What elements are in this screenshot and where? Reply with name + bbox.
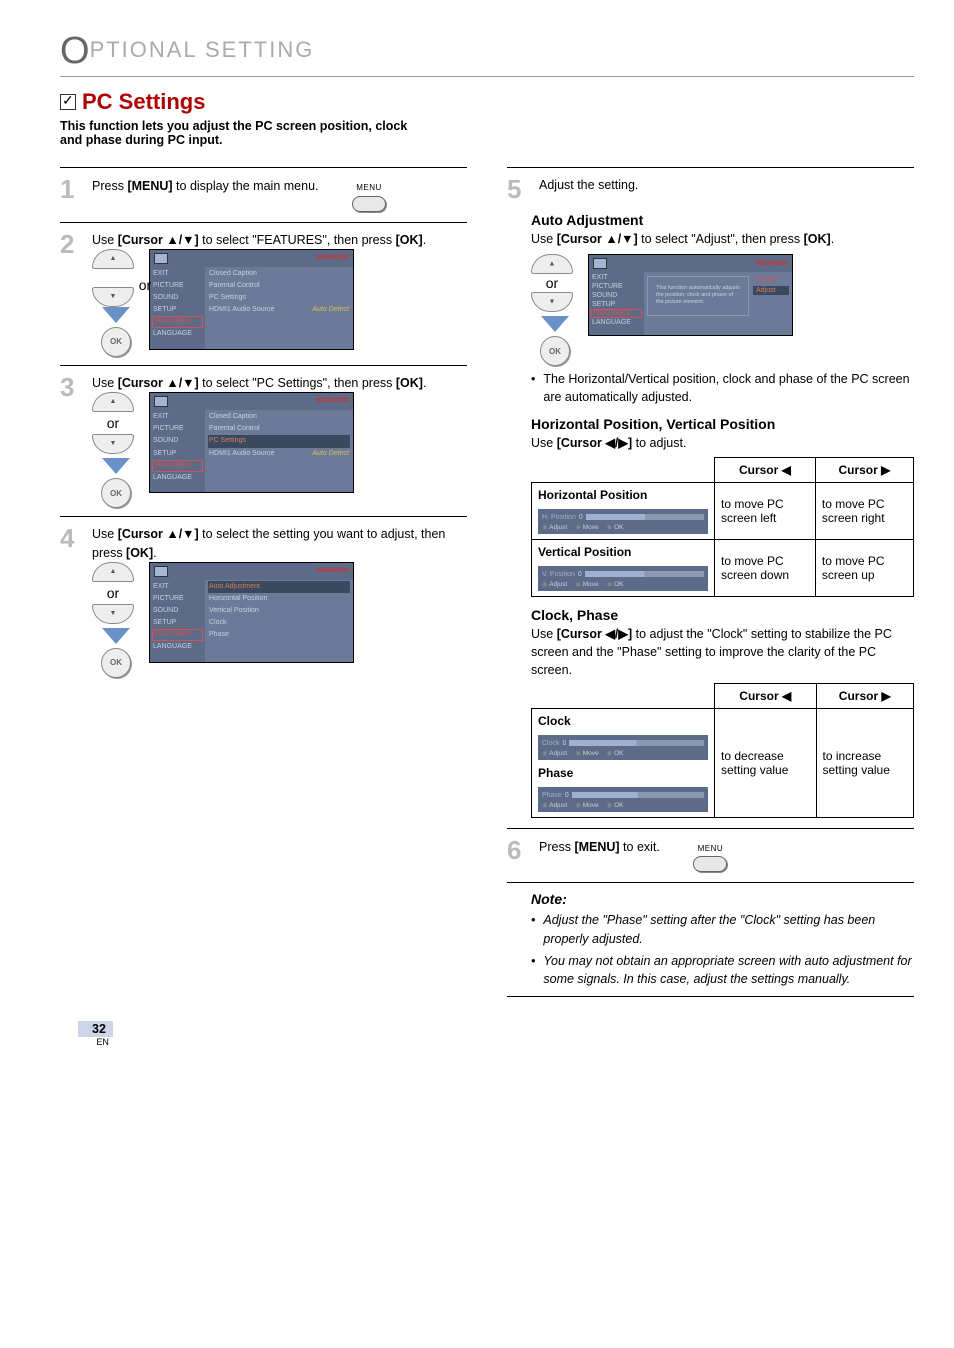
osd-pcsettings-screenshot: MAGNAVOX EXIT PICTURE SOUND SETUP FEATUR… (149, 392, 354, 493)
hv-position-heading: Horizontal Position, Vertical Position (531, 416, 914, 432)
col-cursor-right: Cursor ▶ (815, 457, 913, 482)
left-column: 1 Press [MENU] to display the main menu.… (60, 159, 467, 1005)
note-block: Note: •Adjust the "Phase" setting after … (507, 891, 914, 988)
pill-button-icon (693, 856, 727, 872)
ok-button-icon: OK (101, 478, 131, 508)
clock-phase-heading: Clock, Phase (531, 607, 914, 623)
pill-button-icon (352, 196, 386, 212)
col-cursor-left: Cursor ◀ (715, 457, 816, 482)
intro-text: This function lets you adjust the PC scr… (60, 119, 430, 147)
table-row: Horizontal Position H. Position0 AdjustM… (532, 482, 914, 539)
monitor-icon (154, 566, 168, 577)
osd-features-screenshot: MAGNAVOX EXIT PICTURE SOUND SETUP FEATUR… (149, 249, 354, 350)
divider (507, 882, 914, 883)
cursor-up-icon: ▲ (92, 562, 134, 582)
divider (60, 222, 467, 223)
step-2: 2 Use [Cursor ▲/▼] to select "FEATURES",… (60, 231, 467, 357)
auto-adjustment-text: Use [Cursor ▲/▼] to select "Adjust", the… (531, 230, 914, 248)
table-row: Clock Clock0 AdjustMoveOK Phase Phase0 A… (532, 708, 914, 817)
cursor-up-icon: ▲ (531, 254, 573, 274)
vposition-osd: V. Position0 AdjustMoveOK (538, 566, 708, 591)
cursor-up-icon: ▲ (92, 249, 134, 269)
cursor-sequence: ▲ or ▼ OK (92, 392, 134, 508)
step-4: 4 Use [Cursor ▲/▼] to select the setting… (60, 525, 467, 678)
cursor-up-icon: ▲ (92, 392, 134, 412)
arrow-down-icon (102, 307, 130, 323)
divider (60, 167, 467, 168)
arrow-down-icon (102, 458, 130, 474)
ok-button-icon: OK (101, 648, 131, 678)
clock-osd: Clock0 AdjustMoveOK (538, 735, 708, 760)
page-footer: 32 EN (60, 1025, 914, 1055)
section-title: PC Settings (82, 89, 205, 115)
cursor-sequence: ▲ or ▼ OK (92, 562, 134, 678)
table-row: Vertical Position V. Position0 AdjustMov… (532, 539, 914, 596)
header-initial: O (60, 30, 92, 73)
cursor-down-icon: ▼ (531, 292, 573, 312)
osd-adjustlist-screenshot: MAGNAVOX EXIT PICTURE SOUND SETUP FEATUR… (149, 562, 354, 663)
clock-phase-table: Cursor ◀ Cursor ▶ Clock Clock0 AdjustMov… (531, 683, 914, 818)
auto-adjustment-heading: Auto Adjustment (531, 212, 914, 228)
monitor-icon (593, 258, 607, 269)
cursor-down-icon: ▼ (92, 287, 134, 307)
divider (507, 828, 914, 829)
position-table: Cursor ◀ Cursor ▶ Horizontal Position H.… (531, 457, 914, 597)
checkbox-icon (60, 94, 76, 110)
ok-button-icon: OK (101, 327, 131, 357)
page-header: OPTIONAL SETTING (60, 30, 914, 77)
arrow-down-icon (541, 316, 569, 332)
header-text: PTIONAL SETTING (90, 37, 315, 62)
monitor-icon (154, 396, 168, 407)
or-label: or (139, 275, 151, 295)
cursor-down-icon: ▼ (92, 434, 134, 454)
menu-button-graphic: MENU (352, 182, 386, 212)
step-6: 6 Press [MENU] to exit. MENU (507, 837, 914, 875)
ok-button-icon: OK (540, 336, 570, 366)
right-column: 5 Adjust the setting. Auto Adjustment Us… (507, 159, 914, 1005)
auto-adj-bullet: •The Horizontal/Vertical position, clock… (531, 370, 914, 406)
osd-adjust-popup-screenshot: MAGNAVOX EXIT PICTURE SOUND SETUP FEATUR… (588, 254, 793, 336)
step-1: 1 Press [MENU] to display the main menu.… (60, 176, 467, 214)
menu-button-graphic: MENU (693, 843, 727, 873)
cursor-sequence: ▲ or ▼ OK (531, 254, 573, 366)
divider (60, 365, 467, 366)
step-3: 3 Use [Cursor ▲/▼] to select "PC Setting… (60, 374, 467, 508)
section-title-row: PC Settings (60, 89, 914, 115)
monitor-icon (154, 253, 168, 264)
divider (507, 167, 914, 168)
step-5: 5 Adjust the setting. (507, 176, 914, 202)
page-number: 32 (78, 1021, 113, 1037)
cursor-down-icon: ▼ (92, 604, 134, 624)
divider (507, 996, 914, 997)
phase-osd: Phase0 AdjustMoveOK (538, 787, 708, 812)
step-number: 1 (60, 176, 82, 214)
divider (60, 516, 467, 517)
arrow-down-icon (102, 628, 130, 644)
hposition-osd: H. Position0 AdjustMoveOK (538, 509, 708, 534)
cursor-sequence: ▲ ▼ or OK (92, 249, 134, 357)
